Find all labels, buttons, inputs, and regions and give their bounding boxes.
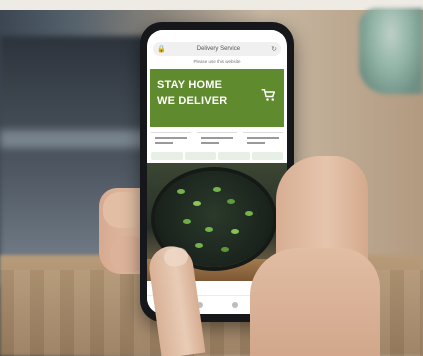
background-mug (359, 8, 423, 94)
right-palm (250, 248, 380, 356)
info-cell (243, 132, 283, 147)
info-cell (197, 132, 237, 147)
hero-line-1: STAY HOME (157, 79, 223, 91)
left-hand-finger-top (103, 192, 145, 228)
background-laptop-edge (0, 130, 150, 148)
notice-text: Please use this website (193, 59, 241, 64)
food-tab[interactable] (218, 152, 250, 160)
food-tab[interactable] (151, 152, 183, 160)
hero-banner: STAY HOME WE DELIVER (150, 69, 284, 127)
status-bar (147, 30, 287, 40)
address-text: Delivery Service (196, 46, 241, 52)
food-tabs (151, 152, 283, 160)
hero-line-2: WE DELIVER (157, 95, 228, 107)
info-cell (151, 132, 191, 147)
nav-cart-icon[interactable] (231, 302, 238, 308)
food-tab[interactable] (184, 152, 216, 160)
reload-icon[interactable]: ↻ (271, 46, 277, 53)
food-tab[interactable] (251, 152, 283, 160)
photo-scene: 🔒 Delivery Service ↻ Please use this web… (0, 0, 423, 356)
browser-address-bar[interactable]: 🔒 Delivery Service ↻ (153, 42, 281, 56)
background-light-top (0, 0, 423, 10)
lock-icon: 🔒 (157, 45, 166, 53)
info-row (151, 132, 283, 147)
shopping-cart-icon (261, 89, 275, 101)
